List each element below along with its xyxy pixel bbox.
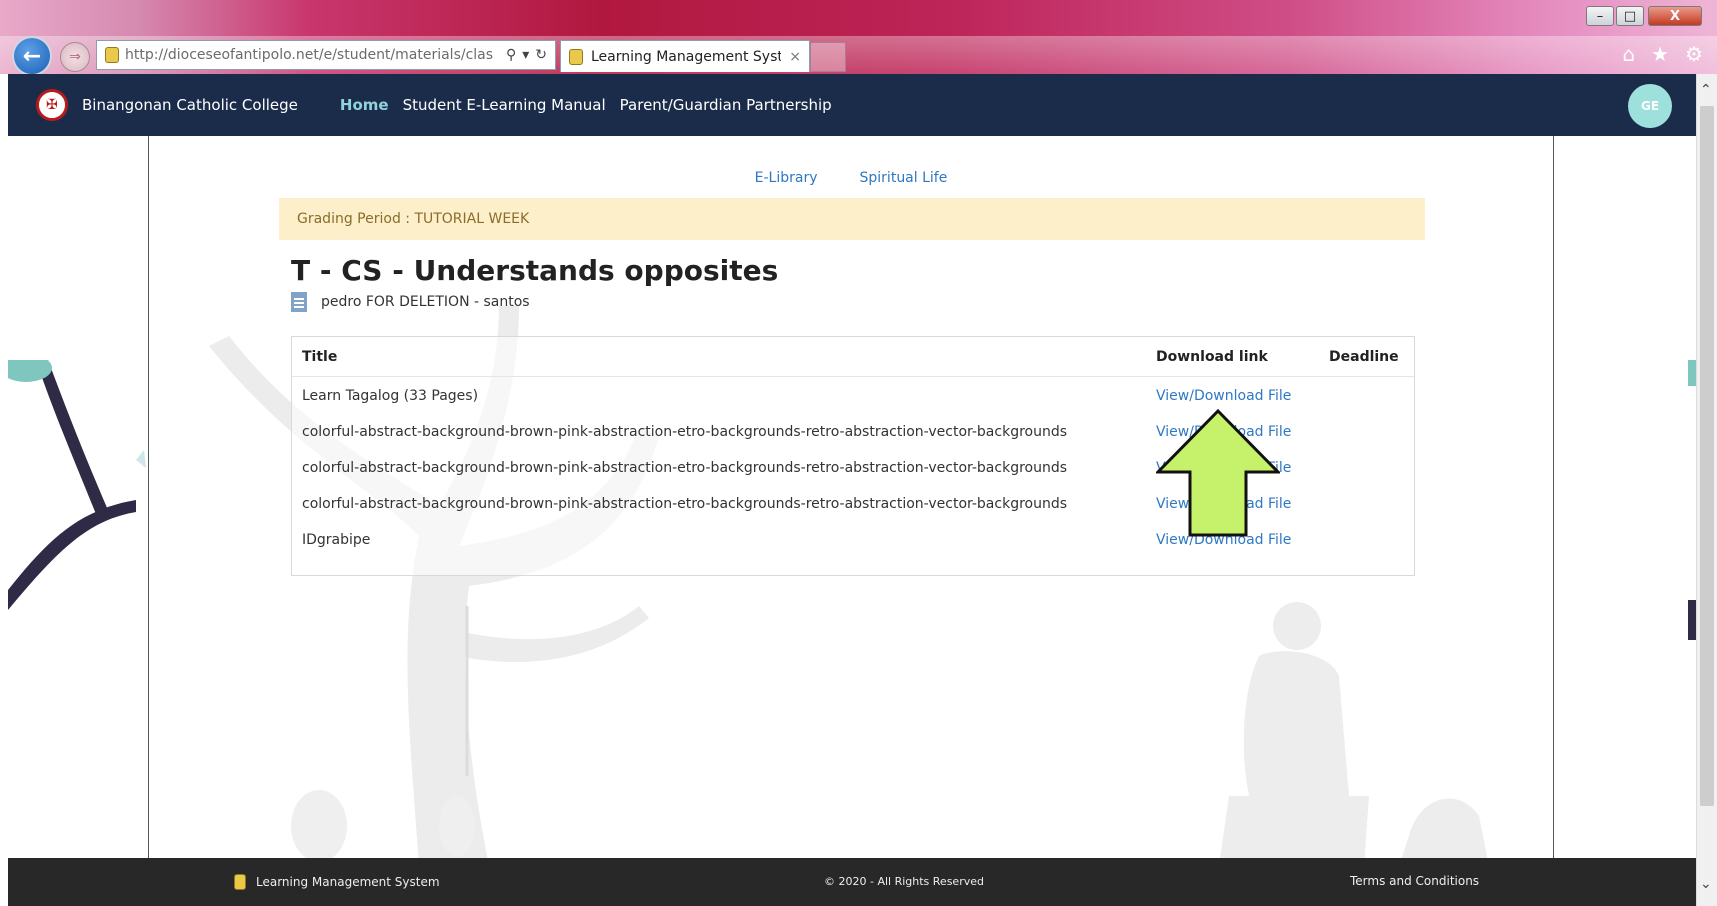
background-person-illustration [1220, 602, 1488, 858]
page-scrollbar[interactable]: ⌃ ⌄ [1696, 74, 1717, 906]
dropdown-caret-icon[interactable]: ▾ [522, 47, 529, 63]
nav-elearning-manual[interactable]: Student E-Learning Manual [403, 96, 606, 114]
scroll-up-icon[interactable]: ⌃ [1700, 82, 1712, 98]
header-title: Title [302, 348, 338, 365]
material-author: pedro FOR DELETION - santos [291, 292, 530, 312]
scroll-down-icon[interactable]: ⌄ [1700, 876, 1712, 892]
content-frame: E-Library Spiritual Life Grading Period … [148, 136, 1554, 858]
page-title: T - CS - Understands opposites [291, 254, 779, 287]
maximize-button[interactable]: □ [1616, 6, 1644, 26]
row-title: colorful-abstract-background-brown-pink-… [302, 496, 1068, 512]
search-icon[interactable]: ⚲ [506, 47, 516, 63]
user-avatar[interactable]: GE [1628, 84, 1672, 128]
right-leaf-illustration [1688, 360, 1696, 640]
row-title: colorful-abstract-background-brown-pink-… [302, 424, 1068, 440]
tab-title: Learning Management Syst... [591, 48, 782, 65]
scrollbar-thumb[interactable] [1700, 106, 1714, 806]
header-download-link: Download link [1156, 348, 1268, 365]
row-title: Learn Tagalog (33 Pages) [302, 388, 479, 404]
footer: Learning Management System © 2020 - All … [8, 858, 1696, 906]
star-icon[interactable]: ★ [1651, 42, 1669, 66]
app-header: ✠ Binangonan Catholic College Home Stude… [8, 74, 1696, 136]
forward-button[interactable]: ⇒ [60, 42, 90, 72]
address-bar[interactable]: http://dioceseofantipolo.net/e/student/m… [96, 40, 556, 70]
tab-close-icon[interactable]: × [789, 49, 801, 65]
footer-copyright: © 2020 - All Rights Reserved [824, 875, 984, 888]
grading-period-banner: Grading Period : TUTORIAL WEEK [279, 198, 1425, 240]
terms-link[interactable]: Terms and Conditions [1350, 874, 1479, 888]
back-button[interactable]: ← [12, 36, 52, 76]
new-tab-button[interactable] [810, 42, 846, 72]
url-text[interactable]: http://dioceseofantipolo.net/e/student/m… [125, 47, 500, 63]
footer-app-name: Learning Management System [256, 875, 440, 889]
refresh-icon[interactable]: ↻ [535, 47, 547, 63]
row-title: IDgrabipe [302, 532, 371, 548]
left-branch-illustration [8, 360, 146, 610]
brand-name[interactable]: Binangonan Catholic College [82, 96, 298, 114]
browser-tab[interactable]: Learning Management Syst... × [560, 40, 810, 72]
author-name: pedro FOR DELETION - santos [321, 294, 530, 310]
forward-arrow-icon: ⇒ [69, 49, 81, 65]
tab-favicon-icon [569, 48, 583, 65]
lms-logo-icon [234, 874, 246, 890]
spiritual-life-link[interactable]: Spiritual Life [860, 170, 948, 186]
gear-icon[interactable]: ⚙ [1685, 42, 1703, 66]
elibrary-link[interactable]: E-Library [755, 170, 818, 186]
sub-navigation: E-Library Spiritual Life [149, 170, 1553, 186]
annotation-up-arrow-icon [1156, 408, 1280, 537]
browser-tools: ⌂ ★ ⚙ [1622, 42, 1703, 66]
footer-brand: Learning Management System [234, 874, 440, 890]
document-icon [291, 292, 307, 312]
nav-parent-partnership[interactable]: Parent/Guardian Partnership [620, 96, 832, 114]
back-arrow-icon: ← [22, 43, 42, 69]
header-deadline: Deadline [1329, 348, 1399, 365]
home-icon[interactable]: ⌂ [1622, 42, 1635, 66]
nav-home[interactable]: Home [340, 96, 389, 114]
main-nav: Home Student E-Learning Manual Parent/Gu… [340, 96, 832, 114]
view-download-link[interactable]: View/Download File [1156, 388, 1291, 404]
site-favicon-icon [105, 47, 119, 63]
table-header: Title Download link Deadline [292, 337, 1414, 377]
row-title: colorful-abstract-background-brown-pink-… [302, 460, 1068, 476]
close-window-button[interactable]: X [1648, 6, 1702, 26]
college-logo-icon[interactable]: ✠ [36, 89, 68, 121]
minimize-button[interactable]: – [1586, 6, 1614, 26]
